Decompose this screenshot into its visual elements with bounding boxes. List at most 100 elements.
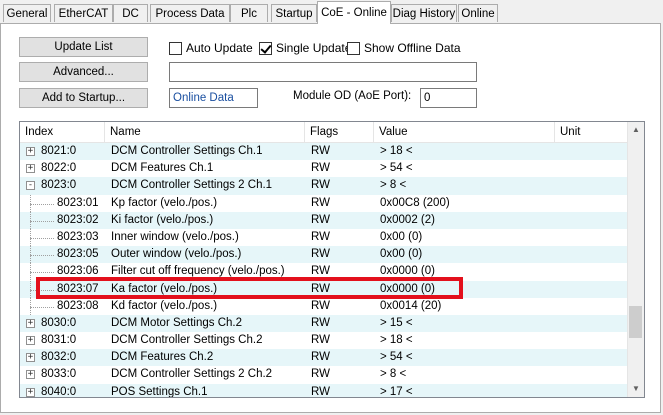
tab-ethercat[interactable]: EtherCAT bbox=[54, 4, 113, 22]
table-row[interactable]: +8040:0 POS Settings Ch.1 RW > 17 < bbox=[20, 383, 629, 397]
cell-value: > 15 < bbox=[380, 316, 413, 329]
scroll-down-icon[interactable]: ▼ bbox=[628, 381, 644, 397]
scroll-up-icon[interactable]: ▲ bbox=[628, 122, 644, 138]
expand-icon[interactable]: + bbox=[26, 353, 35, 363]
tab-startup[interactable]: Startup bbox=[271, 4, 317, 22]
cell-name: Kp factor (velo./pos.) bbox=[111, 196, 218, 209]
tab-process-data[interactable]: Process Data bbox=[150, 4, 230, 22]
cell-name: Outer window (velo./pos.) bbox=[111, 248, 242, 261]
cell-value: 0x0002 (2) bbox=[380, 213, 435, 226]
cell-index: 8021:0 bbox=[41, 145, 77, 157]
cell-index: 8023:02 bbox=[57, 213, 99, 226]
tab-online[interactable]: Online bbox=[458, 4, 498, 22]
add-to-startup-button[interactable]: Add to Startup... bbox=[19, 88, 148, 108]
cell-name: DCM Motor Settings Ch.2 bbox=[111, 316, 243, 329]
cell-value: 0x00C8 (200) bbox=[380, 196, 450, 209]
cell-value: > 18 < bbox=[380, 145, 413, 157]
cell-flags: RW bbox=[311, 145, 330, 157]
cell-value: > 8 < bbox=[380, 179, 407, 192]
list-header: Index Name Flags Value Unit bbox=[20, 122, 629, 143]
expand-icon[interactable]: + bbox=[26, 147, 35, 156]
single-update-checkbox[interactable]: Single Update bbox=[259, 40, 351, 56]
advanced-button[interactable]: Advanced... bbox=[19, 62, 148, 82]
table-row[interactable]: +8033:0 DCM Controller Settings 2 Ch.2 RW >… bbox=[20, 366, 629, 383]
coe-object-list[interactable]: Index Name Flags Value Unit +8021:0 DCM C… bbox=[19, 121, 645, 398]
cell-value: 0x00 (0) bbox=[380, 230, 423, 243]
cell-index: 8023:05 bbox=[57, 248, 99, 261]
table-row[interactable]: +8021:0 DCM Controller Settings Ch.1 RW > 1… bbox=[20, 143, 629, 161]
table-row[interactable]: 8023:06 Filter cut off frequency (velo./p… bbox=[20, 263, 629, 281]
search-input[interactable] bbox=[169, 62, 477, 82]
table-row[interactable]: 8023:08 Kd factor (velo./pos.) RW 0x0014 (2… bbox=[20, 297, 629, 315]
expand-icon[interactable]: + bbox=[26, 387, 35, 397]
update-list-button[interactable]: Update List bbox=[19, 37, 148, 57]
column-header-index[interactable]: Index bbox=[20, 122, 105, 142]
cell-flags: RW bbox=[311, 179, 330, 192]
cell-value: 0x0000 (0) bbox=[380, 282, 435, 295]
collapse-icon[interactable]: - bbox=[26, 181, 35, 191]
expand-icon[interactable]: + bbox=[26, 336, 35, 346]
table-row[interactable]: +8032:0 DCM Features Ch.2 RW > 54 < bbox=[20, 349, 629, 367]
table-row[interactable]: +8031:0 DCM Controller Settings Ch.2 RW > 1… bbox=[20, 332, 629, 349]
list-rows: +8021:0 DCM Controller Settings Ch.1 RW > 1… bbox=[20, 143, 629, 397]
tab-coe-online[interactable]: CoE - Online bbox=[317, 1, 391, 24]
show-offline-data-label: Show Offline Data bbox=[364, 41, 461, 55]
online-data-field[interactable]: Online Data bbox=[169, 88, 258, 108]
tree-branch bbox=[30, 306, 54, 308]
cell-flags: RW bbox=[311, 213, 330, 226]
table-row[interactable]: +8022:0 DCM Features Ch.1 RW > 54 < bbox=[20, 160, 629, 177]
cell-index: 8030:0 bbox=[41, 316, 77, 329]
tree-branch bbox=[30, 203, 54, 205]
cell-name: DCM Features Ch.1 bbox=[111, 162, 214, 175]
table-row[interactable]: +8030:0 DCM Motor Settings Ch.2 RW > 15 < bbox=[20, 314, 629, 333]
tree-branch bbox=[30, 220, 54, 222]
cell-index: 8023:03 bbox=[57, 230, 99, 243]
vertical-scrollbar[interactable]: ▲ ▼ bbox=[627, 122, 644, 397]
cell-name: DCM Controller Settings 2 Ch.1 bbox=[111, 179, 273, 192]
cell-flags: RW bbox=[311, 299, 330, 312]
cell-flags: RW bbox=[311, 230, 330, 243]
tab-diag-history[interactable]: Diag History bbox=[391, 4, 457, 22]
cell-flags: RW bbox=[311, 368, 330, 381]
table-row[interactable]: 8023:07 Ka factor (velo./pos.) RW 0x0000 (0… bbox=[20, 280, 629, 298]
cell-index: 8023:0 bbox=[41, 179, 77, 192]
table-row[interactable]: 8023:02 Ki factor (velo./pos.) RW 0x0002 (2… bbox=[20, 211, 629, 229]
cell-index: 8032:0 bbox=[41, 351, 77, 364]
table-row[interactable]: 8023:05 Outer window (velo./pos.) RW 0x00 (… bbox=[20, 246, 629, 264]
table-row[interactable]: -8023:0 DCM Controller Settings 2 Ch.1 RW >… bbox=[20, 177, 629, 195]
cell-name: Filter cut off frequency (velo./pos.) bbox=[111, 265, 285, 278]
module-od-field[interactable]: 0 bbox=[420, 88, 477, 108]
cell-index: 8031:0 bbox=[41, 334, 77, 347]
cell-flags: RW bbox=[311, 334, 330, 347]
cell-index: 8023:01 bbox=[57, 196, 99, 209]
expand-icon[interactable]: + bbox=[26, 318, 35, 328]
cell-value: > 54 < bbox=[380, 162, 413, 175]
table-row[interactable]: 8023:01 Kp factor (velo./pos.) RW 0x00C8 (2… bbox=[20, 194, 629, 212]
table-row[interactable]: 8023:03 Inner window (velo./pos.) RW 0x00 (… bbox=[20, 228, 629, 246]
cell-name: Ki factor (velo./pos.) bbox=[111, 213, 214, 226]
cell-flags: RW bbox=[311, 351, 330, 364]
cell-index: 8023:06 bbox=[57, 265, 99, 278]
single-update-box[interactable] bbox=[259, 41, 272, 55]
auto-update-box[interactable] bbox=[169, 41, 182, 55]
scroll-thumb[interactable] bbox=[629, 306, 642, 338]
cell-name: DCM Controller Settings 2 Ch.2 bbox=[111, 368, 273, 381]
cell-flags: RW bbox=[311, 248, 330, 261]
auto-update-checkbox[interactable]: Auto Update bbox=[169, 40, 253, 56]
cell-name: DCM Controller Settings Ch.1 bbox=[111, 145, 263, 157]
cell-name: Kd factor (velo./pos.) bbox=[111, 299, 218, 312]
tab-general[interactable]: General bbox=[3, 4, 51, 22]
show-offline-data-box[interactable] bbox=[347, 41, 360, 55]
expand-icon[interactable]: + bbox=[26, 164, 35, 174]
column-header-flags[interactable]: Flags bbox=[305, 122, 374, 142]
column-header-name[interactable]: Name bbox=[105, 122, 305, 142]
column-header-unit[interactable]: Unit bbox=[555, 122, 629, 142]
cell-index: 8023:07 bbox=[57, 282, 99, 295]
expand-icon[interactable]: + bbox=[26, 370, 35, 380]
tab-dc[interactable]: DC bbox=[113, 4, 148, 22]
show-offline-data-checkbox[interactable]: Show Offline Data bbox=[347, 40, 461, 56]
cell-value: > 54 < bbox=[380, 351, 413, 364]
tab-plc[interactable]: Plc bbox=[230, 4, 268, 22]
column-header-value[interactable]: Value bbox=[374, 122, 555, 142]
tree-branch bbox=[30, 255, 54, 257]
